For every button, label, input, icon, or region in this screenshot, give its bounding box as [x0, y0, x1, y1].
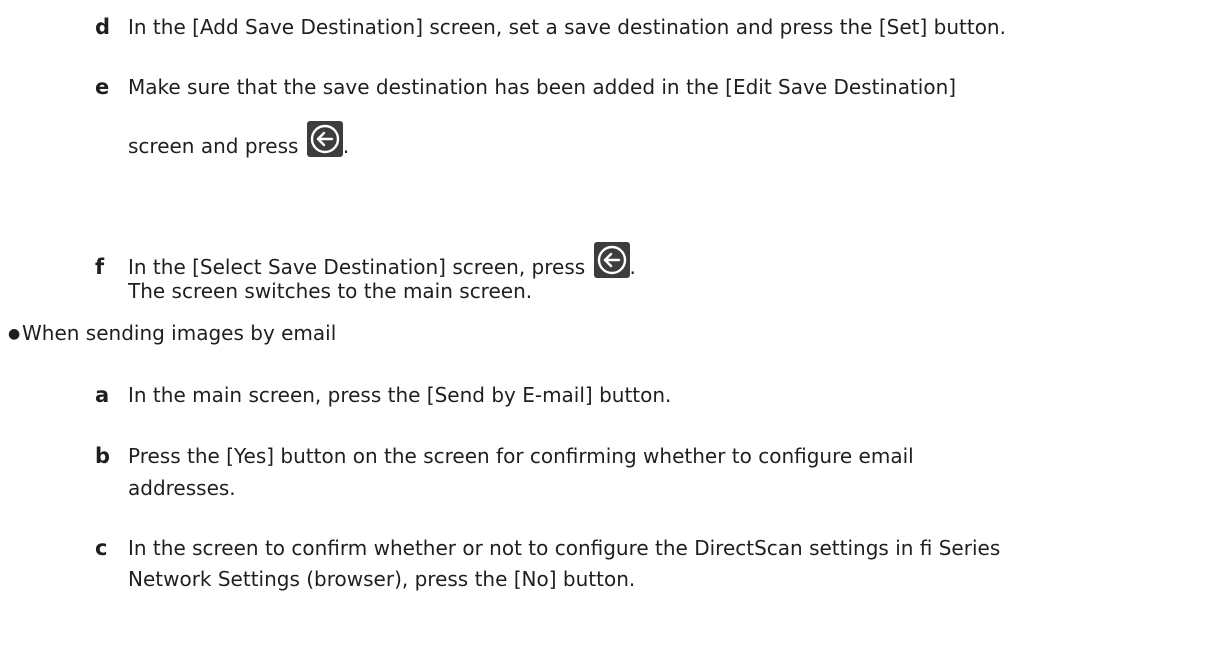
- back-arrow-circle-icon: [593, 242, 630, 278]
- step-f-line2: The screen switches to the main screen.: [128, 277, 532, 305]
- period: .: [342, 134, 350, 158]
- step-letter: d: [95, 15, 111, 39]
- step-letter: f: [95, 255, 105, 279]
- step-text: Make sure that the save destination has …: [128, 75, 957, 99]
- step-c-line2: Network Settings (browser), press the [N…: [128, 565, 635, 593]
- step-letter: b: [95, 444, 111, 468]
- period: .: [629, 255, 636, 279]
- bullet-item: ●When sending images by email: [8, 319, 336, 348]
- step-letter: e: [95, 75, 110, 99]
- back-arrow-circle-icon: [306, 121, 343, 157]
- step-d: d In the [Add Save Destination] screen, s…: [95, 13, 1006, 41]
- step-text: addresses.: [128, 476, 236, 500]
- step-e-line2: screen and press .: [128, 121, 349, 160]
- step-c: c In the screen to confirm whether or not…: [95, 534, 1000, 562]
- step-letter: a: [95, 383, 110, 407]
- step-letter: c: [95, 536, 108, 560]
- step-text: Network Settings (browser), press the [N…: [128, 567, 636, 591]
- bullet-icon: ●: [8, 326, 21, 342]
- step-text: The screen switches to the main screen.: [128, 279, 533, 303]
- step-text: In the [Add Save Destination] screen, se…: [128, 15, 1006, 39]
- step-b: b Press the [Yes] button on the screen fo…: [95, 442, 914, 470]
- step-text: In the [Select Save Destination] screen,…: [128, 255, 586, 279]
- step-f: f In the [Select Save Destination] screen…: [95, 242, 636, 281]
- step-b-line2: addresses.: [128, 474, 236, 502]
- step-text: In the main screen, press the [Send by E…: [128, 383, 672, 407]
- step-text: Press the [Yes] button on the screen for…: [128, 444, 914, 468]
- step-a: a In the main screen, press the [Send by …: [95, 381, 671, 409]
- bullet-text: When sending images by email: [22, 321, 337, 345]
- step-text: screen and press: [128, 134, 299, 158]
- step-e: e Make sure that the save destination has…: [95, 73, 956, 101]
- step-text: In the screen to confirm whether or not …: [128, 536, 1001, 560]
